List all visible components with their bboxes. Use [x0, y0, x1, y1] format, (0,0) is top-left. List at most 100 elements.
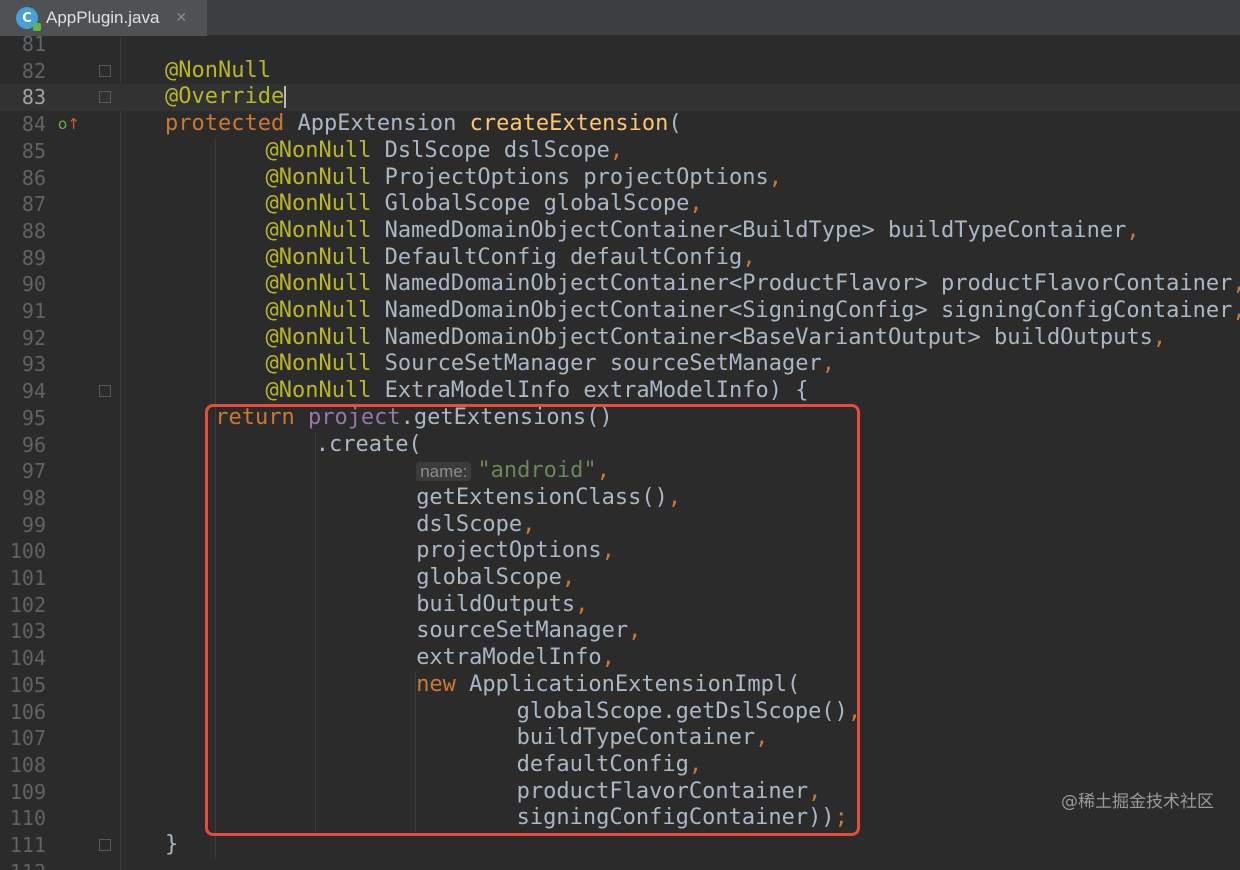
code-token: , [742, 244, 756, 270]
code-token: DslScope dslScope [371, 137, 610, 163]
code-line[interactable]: 91 @NonNull NamedDomainObjectContainer<Si… [0, 298, 1240, 325]
code-token: @NonNull [265, 378, 372, 404]
code-line[interactable]: 92 @NonNull NamedDomainObjectContainer<Ba… [0, 325, 1240, 352]
line-number: 91 [21, 299, 46, 323]
code-line[interactable]: 85 @NonNull DslScope dslScope, [0, 138, 1240, 165]
code-token: @NonNull [265, 164, 372, 190]
code-text: @NonNull DefaultConfig defaultConfig, [265, 245, 755, 272]
code-text: @NonNull NamedDomainObjectContainer<Sign… [265, 298, 1240, 325]
code-line[interactable]: 94 @NonNull ExtraModelInfo extraModelInfo… [0, 378, 1240, 405]
code-line[interactable]: 90 @NonNull NamedDomainObjectContainer<Pr… [0, 271, 1240, 298]
line-number: 87 [21, 192, 46, 217]
code-line[interactable]: 87 @NonNull GlobalScope globalScope, [0, 191, 1240, 218]
override-method-icon[interactable]: o↑ [58, 111, 80, 138]
line-number: 103 [9, 619, 46, 644]
code-token: , [689, 191, 703, 217]
code-token: NamedDomainObjectContainer<ProductFlavor… [371, 271, 1233, 297]
code-editor[interactable]: 81 82 @NonNull 83 @Override 84 protected AppEx… [0, 32, 1240, 870]
line-number: 83 [21, 85, 46, 110]
line-number: 102 [9, 592, 46, 617]
code-token: } [165, 832, 179, 857]
line-number: 94 [21, 379, 46, 404]
code-token: , [1152, 324, 1167, 350]
code-token: @NonNull [265, 324, 372, 350]
code-token: ProjectOptions projectOptions [371, 164, 769, 190]
line-number: 96 [21, 432, 46, 457]
code-token: AppExtension [284, 111, 470, 137]
code-token: NamedDomainObjectContainer<BuildType> bu… [371, 217, 1127, 243]
line-number: 112 [0, 859, 46, 870]
line-number: 92 [21, 325, 46, 350]
line-number: 97 [21, 459, 46, 484]
line-number: 88 [21, 218, 46, 243]
line-number: 82 [21, 58, 46, 83]
code-token: GlobalScope globalScope [371, 191, 690, 217]
code-text: @NonNull NamedDomainObjectContainer<Prod… [265, 271, 1240, 298]
code-text: @NonNull NamedDomainObjectContainer<Buil… [265, 218, 1139, 245]
code-token: createExtension [469, 111, 669, 137]
code-line[interactable]: 86 @NonNull ProjectOptions projectOptions… [0, 165, 1240, 192]
code-token: , [1232, 298, 1240, 323]
code-line[interactable]: 111} [0, 832, 1240, 859]
java-class-icon: C [16, 7, 41, 31]
fold-marker-icon[interactable] [99, 839, 111, 851]
line-number: 98 [21, 485, 46, 510]
highlight-box [205, 404, 860, 836]
line-number: 105 [9, 672, 46, 697]
code-token: @NonNull [265, 191, 372, 217]
code-line[interactable]: 83 @Override [0, 84, 1240, 112]
code-line[interactable]: 93 @NonNull SourceSetManager sourceSetMan… [0, 351, 1240, 378]
line-number: 84 [21, 112, 46, 137]
line-number: 110 [9, 806, 46, 831]
code-token: @NonNull [165, 57, 271, 83]
code-line[interactable]: 89 @NonNull DefaultConfig defaultConfig, [0, 245, 1240, 272]
code-token: NamedDomainObjectContainer<BaseVariantOu… [371, 324, 1153, 350]
code-line[interactable]: 82 @NonNull [0, 58, 1240, 85]
code-token: @NonNull [265, 298, 372, 323]
close-icon[interactable]: ✕ [175, 10, 187, 26]
line-number: 86 [21, 165, 46, 190]
text-caret [284, 86, 287, 109]
line-number: 104 [9, 646, 46, 671]
code-token: , [1232, 271, 1240, 296]
watermark: @稀土掘金技术社区 [1061, 792, 1214, 812]
line-number: 108 [9, 752, 46, 777]
code-text: protected AppExtension createExtension( [165, 111, 682, 138]
code-text: @NonNull NamedDomainObjectContainer<Base… [265, 325, 1166, 352]
code-token: ( [668, 111, 682, 137]
line-number: 109 [9, 779, 46, 804]
line-number: 100 [9, 539, 46, 564]
code-token: , [1126, 217, 1140, 243]
line-number: 81 [21, 32, 46, 56]
code-token: @Override [165, 84, 285, 110]
line-number: 89 [21, 245, 46, 270]
line-number: 111 [9, 833, 46, 857]
code-token: , [821, 351, 836, 377]
code-line[interactable]: 84 protected AppExtension createExtension… [0, 111, 1240, 138]
code-text: @NonNull ExtraModelInfo extraModelInfo) … [265, 378, 808, 405]
code-line[interactable]: 112 [0, 859, 1240, 870]
line-number: 85 [21, 138, 46, 163]
code-text: } [165, 832, 178, 859]
code-token: DefaultConfig defaultConfig [371, 244, 743, 270]
code-text: @NonNull GlobalScope globalScope, [265, 191, 702, 218]
code-line[interactable]: 81 [0, 31, 1240, 58]
fold-marker-icon[interactable] [99, 91, 111, 104]
code-token: , [768, 164, 783, 190]
code-token: NamedDomainObjectContainer<SigningConfig… [371, 298, 1233, 323]
code-token: @NonNull [265, 271, 372, 297]
line-number: 95 [21, 405, 46, 430]
code-token: protected [165, 111, 285, 137]
code-token: @NonNull [265, 217, 372, 243]
code-line[interactable]: 88 @NonNull NamedDomainObjectContainer<Bu… [0, 218, 1240, 245]
code-token: SourceSetManager sourceSetManager [371, 351, 822, 377]
line-number: 93 [21, 352, 46, 377]
fold-marker-icon[interactable] [99, 64, 111, 77]
code-text: @NonNull ProjectOptions projectOptions, [265, 165, 782, 192]
code-token: , [609, 137, 624, 163]
code-text: @NonNull SourceSetManager sourceSetManag… [265, 351, 835, 378]
code-text: @NonNull DslScope dslScope, [265, 138, 623, 165]
code-token: ExtraModelInfo extraModelInfo) { [371, 378, 809, 404]
line-number: 106 [9, 699, 46, 724]
fold-marker-icon[interactable] [99, 385, 111, 398]
